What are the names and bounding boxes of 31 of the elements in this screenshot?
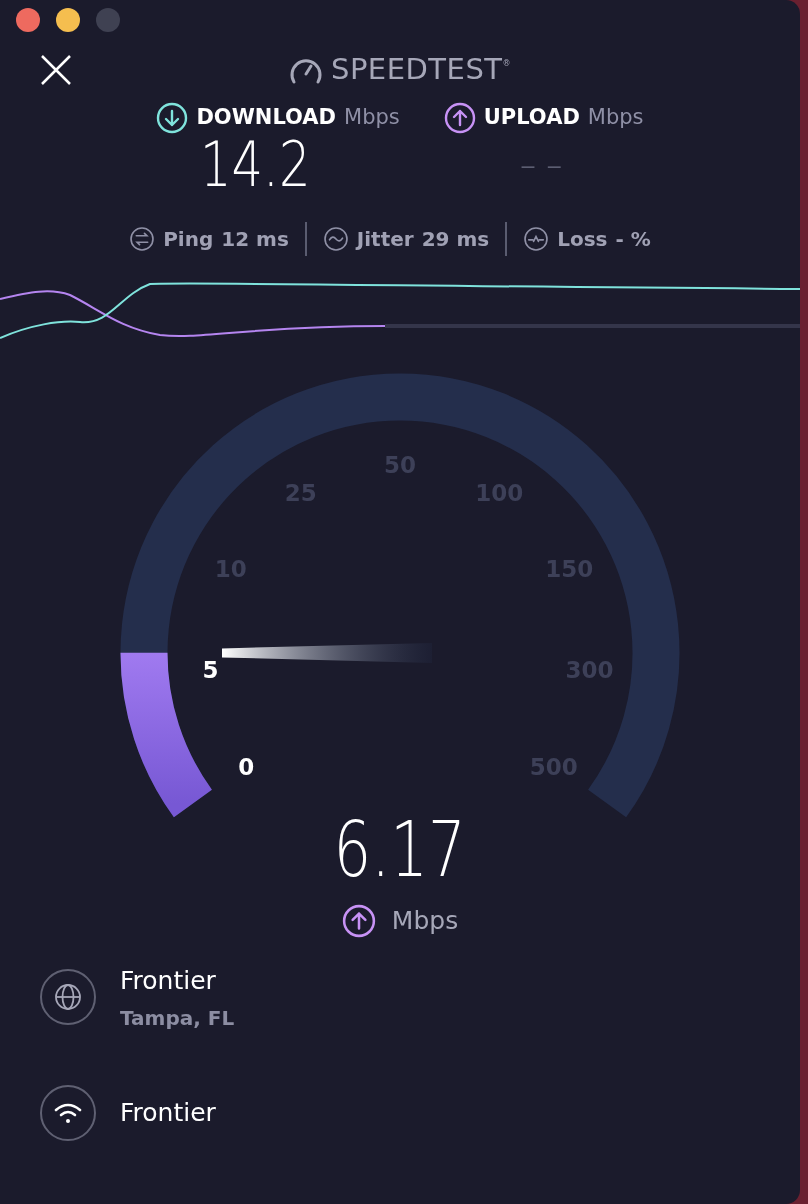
ping-value: 12 ms [221, 226, 289, 253]
ping-icon [129, 226, 156, 252]
minimize-button[interactable] [56, 8, 80, 32]
download-icon [156, 102, 189, 134]
loss-icon [523, 226, 550, 252]
isp-name: Frontier [120, 964, 217, 997]
jitter-icon [322, 226, 349, 252]
speed-reading: 6.17 [334, 812, 466, 888]
server-location: Tampa, FL [120, 1005, 235, 1032]
upload-value: – – [520, 140, 563, 184]
speed-unit: Mbps [391, 905, 459, 937]
speed-unit: Mbps [344, 104, 400, 132]
network-name: Frontier [120, 1097, 216, 1130]
ping-label: Ping [163, 226, 214, 253]
gauge-tick-label: 0 [238, 753, 255, 780]
close-icon[interactable] [40, 54, 72, 86]
upload-icon [443, 102, 476, 134]
loss-value: - % [615, 226, 651, 253]
close-window-button[interactable] [16, 8, 40, 32]
globe-icon [40, 969, 96, 1026]
upload-icon [341, 903, 376, 938]
download-value: 14.2 [200, 134, 312, 196]
loss-label: Loss [557, 226, 608, 253]
gauge-tick-label: 5 [202, 656, 219, 683]
speed-unit: Mbps [587, 104, 644, 132]
jitter-value: 29 ms [421, 226, 490, 253]
download-label: DOWNLOAD [196, 104, 337, 132]
wifi-icon [40, 1085, 96, 1141]
upload-label: UPLOAD [483, 104, 580, 132]
app-title: SPEEDTEST$^{®}$ [330, 51, 511, 89]
jitter-label: Jitter [356, 226, 414, 253]
